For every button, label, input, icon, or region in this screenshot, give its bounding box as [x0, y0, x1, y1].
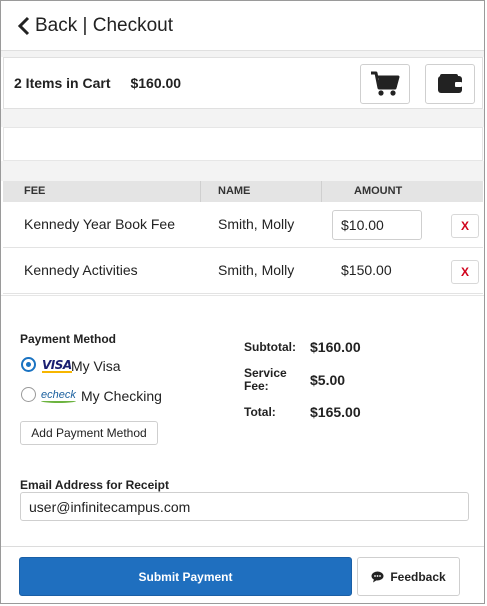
col-name: NAME — [218, 185, 251, 197]
radio-checking[interactable] — [21, 387, 36, 402]
subtotal-label: Subtotal: — [244, 340, 296, 354]
student-name: Smith, Molly — [218, 216, 295, 232]
add-payment-method-button[interactable]: Add Payment Method — [20, 421, 158, 445]
cart-total: $160.00 — [130, 75, 182, 91]
spacer — [1, 161, 484, 181]
wallet-icon — [438, 74, 462, 93]
page-header: Back | Checkout — [1, 1, 484, 51]
remove-button[interactable]: X — [451, 214, 479, 238]
table-row: Kennedy Activities Smith, Molly $150.00 … — [3, 248, 483, 294]
cart-item-count: 2 Items in Cart — [14, 75, 111, 91]
col-fee: FEE — [24, 185, 46, 197]
payment-method-label[interactable]: My Checking — [81, 388, 162, 404]
submit-payment-button[interactable]: Submit Payment — [19, 557, 352, 596]
payment-method-title: Payment Method — [20, 332, 117, 346]
echeck-logo-icon: echeck — [41, 389, 76, 403]
column-divider — [321, 181, 322, 202]
total-label: Total: — [244, 405, 276, 419]
feedback-label: Feedback — [390, 569, 446, 584]
payment-method-label[interactable]: My Visa — [71, 358, 121, 374]
remove-button[interactable]: X — [451, 260, 479, 284]
checkout-panel: Back | Checkout 2 Items in Cart $160.00 … — [0, 0, 485, 604]
fee-name: Kennedy Activities — [24, 262, 138, 278]
cart-summary-bar: 2 Items in Cart $160.00 — [3, 57, 483, 109]
empty-row — [3, 127, 483, 161]
page-title[interactable]: Back | Checkout — [35, 15, 173, 37]
cart-button[interactable] — [360, 64, 410, 104]
spacer — [1, 295, 484, 315]
chevron-left-icon[interactable] — [17, 16, 31, 36]
speech-bubble-icon — [371, 571, 384, 582]
radio-visa[interactable] — [21, 357, 36, 372]
shopping-cart-icon — [371, 71, 400, 96]
wallet-button[interactable] — [425, 64, 475, 104]
subtotal-value: $160.00 — [310, 339, 361, 355]
col-amount: AMOUNT — [354, 185, 403, 197]
service-fee-label: Fee: — [244, 379, 269, 393]
spacer — [1, 109, 484, 127]
amount-value: $150.00 — [341, 262, 392, 278]
visa-logo-icon: VISA — [42, 358, 72, 373]
footer-bar: Submit Payment Feedback — [1, 546, 484, 603]
email-label: Email Address for Receipt — [20, 478, 169, 492]
email-field[interactable] — [20, 492, 469, 521]
service-fee-value: $5.00 — [310, 372, 346, 388]
total-value: $165.00 — [310, 404, 361, 420]
fee-name: Kennedy Year Book Fee — [24, 216, 176, 232]
table-row: Kennedy Year Book Fee Smith, Molly $10.0… — [3, 202, 483, 248]
student-name: Smith, Molly — [218, 262, 295, 278]
column-divider — [200, 181, 201, 202]
amount-input[interactable]: $10.00 — [332, 210, 422, 240]
fees-table-header: FEE NAME AMOUNT — [3, 181, 483, 202]
feedback-button[interactable]: Feedback — [357, 557, 460, 596]
